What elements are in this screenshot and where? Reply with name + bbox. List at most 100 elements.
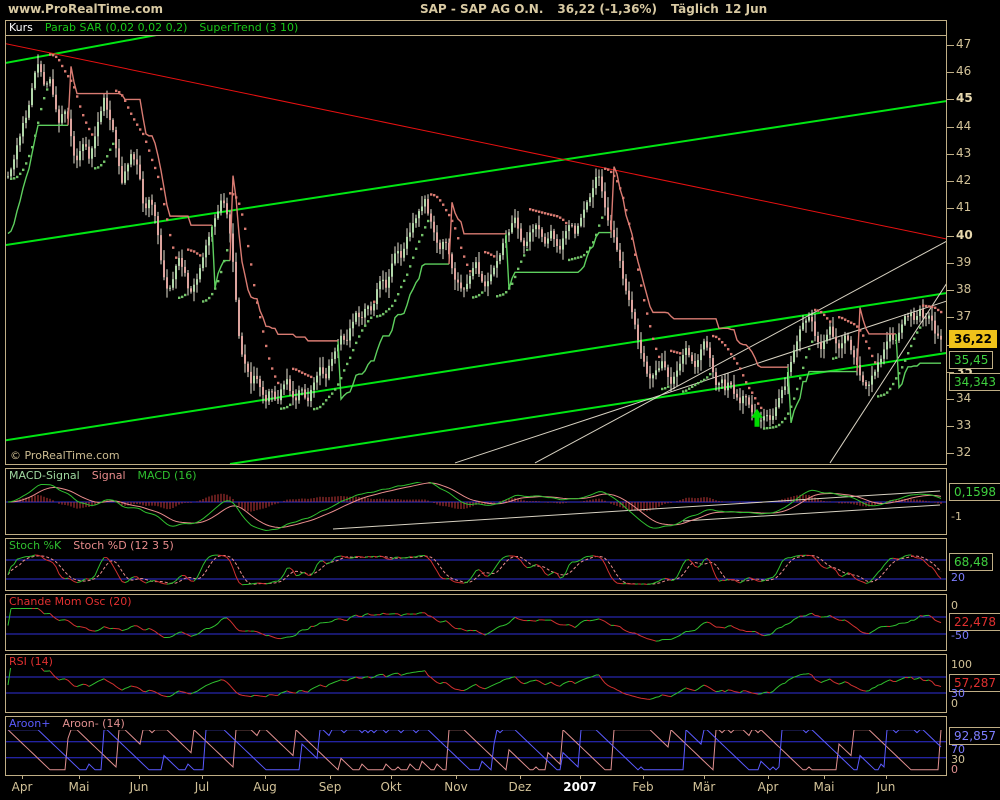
price-label: 38 [956, 282, 971, 296]
parab-sar-value-box: 35,45 [949, 351, 993, 369]
price-tick [947, 99, 954, 100]
price-tick [947, 127, 954, 128]
legend-item-1: Parab SAR (0,02 0,02 0,2) [45, 21, 188, 34]
month-label: Mär [693, 780, 716, 794]
month-label: Jun [130, 780, 149, 794]
price-panel-legend: Kurs Parab SAR (0,02 0,02 0,2) SuperTrend … [9, 22, 310, 34]
price-label: 41 [956, 200, 971, 214]
price-tick [947, 181, 954, 182]
indicator-panel-aroon: Aroon+Aroon- (14) [5, 716, 947, 776]
price-tick [947, 263, 954, 264]
month-label: Mai [813, 780, 834, 794]
indicator-panel-macd: MACD-SignalSignalMACD (16) [5, 468, 947, 535]
cmo-canvas[interactable] [6, 608, 946, 650]
cmo-value-label: -50 [951, 629, 969, 642]
month-label: Mai [68, 780, 89, 794]
month-label: Nov [444, 780, 467, 794]
legend-item-1: Signal [92, 469, 126, 482]
price-tick [947, 426, 954, 427]
price-tick [947, 236, 954, 237]
price-label: 44 [956, 119, 971, 133]
month-tick [391, 775, 392, 779]
stoch-value-label: 68,48 [949, 553, 993, 571]
legend-item-0: Kurs [9, 21, 33, 34]
price-label: 39 [956, 255, 971, 269]
watermark: © ProRealTime.com [10, 449, 120, 462]
site-logo[interactable]: www.ProRealTime.com [8, 2, 163, 16]
stoch-canvas[interactable] [6, 552, 946, 590]
month-label: Sep [319, 780, 342, 794]
month-tick [643, 775, 644, 779]
price-tick [947, 45, 954, 46]
price-tick [947, 72, 954, 73]
date-label: 12 Jun [725, 2, 767, 16]
supertrend-value-box: 34,343 [949, 373, 1000, 391]
macd-canvas[interactable] [6, 482, 946, 534]
price-label: 47 [956, 37, 971, 51]
last-price-value-box: 36,22 [949, 330, 997, 348]
cmo-legend: Chande Mom Osc (20) [9, 596, 144, 608]
month-tick [768, 775, 769, 779]
price-chart-canvas[interactable] [6, 36, 946, 464]
rsi-legend: RSI (14) [9, 656, 65, 668]
price-tick [947, 317, 954, 318]
price-tick [947, 453, 954, 454]
legend-item-1: Aroon- (14) [62, 717, 124, 730]
month-label: Jun [877, 780, 896, 794]
month-tick [139, 775, 140, 779]
price-tick [947, 208, 954, 209]
month-label: Dez [509, 780, 532, 794]
month-label: Okt [380, 780, 401, 794]
last-price: 36,22 [557, 2, 595, 16]
month-label: Feb [632, 780, 653, 794]
month-tick [330, 775, 331, 779]
stoch-legend: Stoch %K Stoch %D (12 3 5) [9, 540, 186, 552]
price-chart-panel: Kurs Parab SAR (0,02 0,02 0,2) SuperTrend … [5, 20, 947, 465]
aroon-legend: Aroon+Aroon- (14) [9, 718, 137, 730]
month-tick [456, 775, 457, 779]
price-label: 33 [956, 418, 971, 432]
price-label: 32 [956, 445, 971, 459]
rsi-value-label: 0 [951, 697, 958, 710]
price-label: 42 [956, 173, 971, 187]
aroon-value-label: 0 [951, 763, 958, 776]
timeframe-label: Täglich [671, 2, 719, 16]
indicator-panel-rsi: RSI (14) [5, 654, 947, 713]
instrument-title: SAP - SAP AG O.N. 36,22 (-1,36%) Täglich 12 … [420, 2, 781, 16]
month-tick [886, 775, 887, 779]
month-tick [520, 775, 521, 779]
month-tick [22, 775, 23, 779]
legend-item-0: Chande Mom Osc (20) [9, 595, 132, 608]
title-bar: www.ProRealTime.com SAP - SAP AG O.N. 36,… [0, 0, 1000, 18]
price-label: 45 [956, 91, 973, 105]
price-label: 40 [956, 228, 973, 242]
month-tick [824, 775, 825, 779]
month-tick [202, 775, 203, 779]
symbol-label: SAP - SAP AG O.N. [420, 2, 543, 16]
cmo-value-label: 0 [951, 599, 958, 612]
legend-item-2: MACD (16) [138, 469, 197, 482]
prorealtime-app: www.ProRealTime.com SAP - SAP AG O.N. 36,… [0, 0, 1000, 800]
price-tick [947, 399, 954, 400]
month-tick [265, 775, 266, 779]
macd-legend: MACD-SignalSignalMACD (16) [9, 470, 209, 482]
month-label: Apr [758, 780, 779, 794]
rsi-value-label: 100 [951, 658, 972, 671]
legend-item-2: SuperTrend (3 10) [199, 21, 298, 34]
aroon-canvas[interactable] [6, 730, 946, 774]
month-tick [79, 775, 80, 779]
indicator-panel-stochastic: Stoch %K Stoch %D (12 3 5) [5, 538, 947, 591]
month-label: Aug [253, 780, 276, 794]
legend-item-0: Stoch %K [9, 539, 61, 552]
price-tick [947, 290, 954, 291]
legend-item-1: Stoch %D (12 3 5) [73, 539, 174, 552]
price-label: 34 [956, 391, 971, 405]
month-label: 2007 [563, 780, 596, 794]
legend-item-0: RSI (14) [9, 655, 53, 668]
rsi-canvas[interactable] [6, 668, 946, 712]
stoch-value-label: 20 [951, 571, 965, 584]
price-label: 37 [956, 309, 971, 323]
price-tick [947, 154, 954, 155]
price-change: (-1,36%) [599, 2, 657, 16]
month-label: Jul [195, 780, 209, 794]
